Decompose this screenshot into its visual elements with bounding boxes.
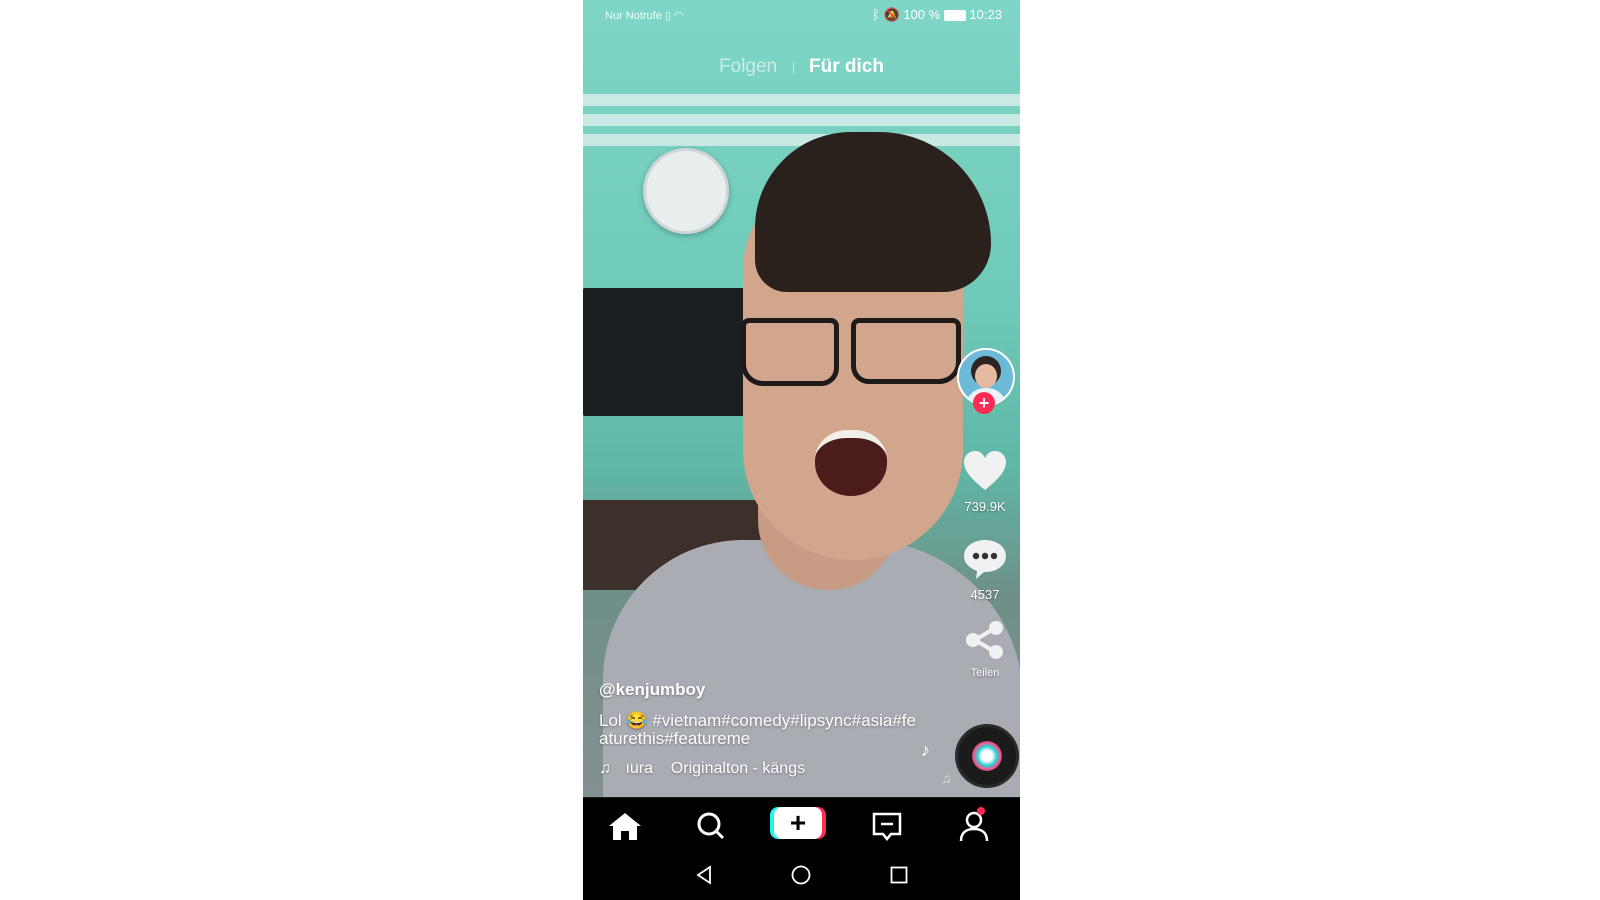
music-note-icon: ♫ xyxy=(599,760,611,777)
profile-icon[interactable] xyxy=(954,810,994,842)
bottom-nav: + xyxy=(583,797,1020,854)
video-caption[interactable]: Lol 😂 #vietnam#comedy#lipsync#asia#featu… xyxy=(599,712,919,748)
home-icon[interactable] xyxy=(605,810,645,842)
comment-icon xyxy=(964,540,1006,579)
music-title: ıura Originalton - kängs xyxy=(625,760,806,777)
share-button[interactable]: Teilen xyxy=(955,620,1015,679)
bluetooth-icon: ᛒ xyxy=(872,7,880,22)
tab-folgen[interactable]: Folgen xyxy=(719,56,777,78)
inbox-icon[interactable] xyxy=(867,810,907,842)
window-blind xyxy=(583,114,1020,126)
tab-fuer-dich[interactable]: Für dich xyxy=(809,56,884,78)
music-disc-art xyxy=(972,741,1002,771)
status-right: ᛒ 🔕 100 % 10:23 xyxy=(872,7,1002,23)
search-icon[interactable] xyxy=(691,810,731,842)
back-icon[interactable] xyxy=(693,864,715,886)
television xyxy=(583,288,765,416)
mute-icon: 🔕 xyxy=(883,7,900,22)
like-count: 739.9K xyxy=(964,499,1006,514)
system-nav-bar xyxy=(583,853,1020,900)
notification-dot xyxy=(977,807,985,815)
video-caption-area: @kenjumboy Lol 😂 #vietnam#comedy#lipsync… xyxy=(599,680,929,778)
clock-time: 10:23 xyxy=(969,7,1002,22)
carrier-label: Nur Notrufe ▯ ◠ xyxy=(605,9,684,22)
comment-button[interactable]: 4537 xyxy=(955,538,1015,602)
window-blind xyxy=(583,94,1020,106)
sim-icon: ▯ xyxy=(664,10,671,22)
wall-clock xyxy=(643,148,729,234)
recents-icon[interactable] xyxy=(888,864,910,886)
heart-icon xyxy=(964,451,1006,490)
music-note-icon: ♫ xyxy=(941,770,952,786)
phone-screen: Nur Notrufe ▯ ◠ ᛒ 🔕 100 % 10:23 Folgen F… xyxy=(583,0,1020,900)
person-mouth xyxy=(815,430,887,496)
carrier-text: Nur Notrufe xyxy=(605,10,662,22)
share-label: Teilen xyxy=(970,667,1000,679)
home-circle-icon[interactable] xyxy=(790,864,812,886)
avatar-face xyxy=(975,364,997,388)
create-button[interactable]: + xyxy=(774,807,822,839)
glasses-right-lens xyxy=(851,318,961,384)
like-button[interactable]: 739.9K xyxy=(955,450,1015,514)
wifi-icon: ◠ xyxy=(674,10,684,22)
music-disc[interactable] xyxy=(955,724,1019,788)
battery-icon xyxy=(943,10,966,22)
comment-count: 4537 xyxy=(970,587,1000,602)
plus-icon: + xyxy=(789,807,807,838)
tab-divider xyxy=(792,61,794,74)
glasses-left-lens xyxy=(741,318,839,386)
person-hair xyxy=(755,132,991,292)
creator-username[interactable]: @kenjumboy xyxy=(599,680,929,700)
follow-button[interactable]: + xyxy=(973,392,995,414)
music-ticker[interactable]: ♫ ıura Originalton - kängs xyxy=(599,760,929,778)
share-icon xyxy=(966,621,1003,659)
battery-percent: 100 % xyxy=(903,7,941,22)
status-bar: Nur Notrufe ▯ ◠ ᛒ 🔕 100 % 10:23 xyxy=(583,0,1020,30)
feed-tabs: Folgen Für dich xyxy=(583,56,1020,78)
